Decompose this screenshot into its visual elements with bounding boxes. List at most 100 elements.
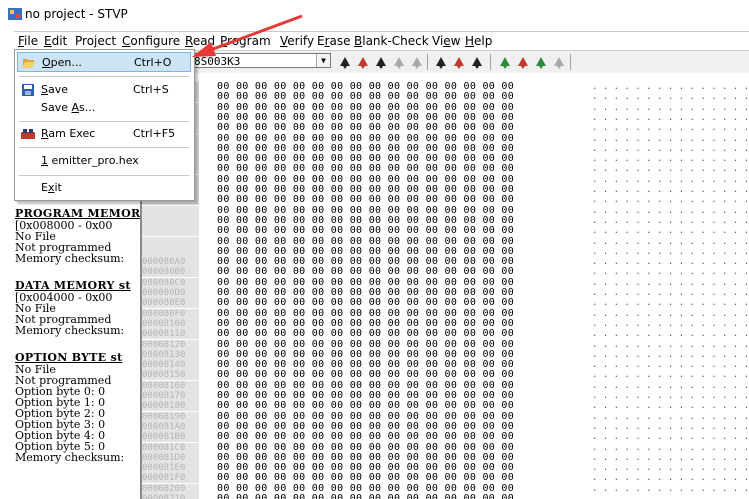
hex-row-bytes[interactable]: 00 00 00 00 00 00 00 00 00 00 00 00 00 0… [217, 164, 514, 174]
hex-row-bytes[interactable]: 00 00 00 00 00 00 00 00 00 00 00 00 00 0… [217, 329, 514, 339]
menu-item-exit[interactable]: Exit [17, 178, 191, 198]
menu-Verify[interactable]: Verify [280, 34, 314, 48]
blank-check-icon[interactable] [497, 54, 513, 70]
title-bar: no project - STVP [0, 0, 749, 30]
hex-address: 00008210 [142, 494, 199, 499]
hex-address: 00008180 [142, 401, 199, 412]
menu-item-recent-file[interactable]: 1 emitter_pro.hex [17, 151, 191, 171]
accel-key: P [220, 34, 228, 48]
hex-row-bytes[interactable]: 00 00 00 00 00 00 00 00 00 00 00 00 00 0… [217, 92, 514, 102]
menu-Read[interactable]: Read [185, 34, 215, 48]
accel-key: E [44, 34, 52, 48]
hex-row-bytes[interactable]: 00 00 00 00 00 00 00 00 00 00 00 00 00 0… [217, 370, 514, 380]
program-option-icon[interactable] [451, 54, 467, 70]
label-rest: emitter_pro.hex [48, 154, 139, 167]
hex-row-ascii: . . . . . . . . . . . . . . . . [592, 288, 749, 298]
hex-row-ascii: . . . . . . . . . . . . . . . . [592, 175, 749, 185]
hex-memory-view[interactable]: 000080A0 000080B0 000080C0 000080D0 000080E0… [142, 73, 749, 499]
hex-row-bytes[interactable]: 00 00 00 00 00 00 00 00 00 00 00 00 00 0… [217, 494, 514, 499]
device-select[interactable]: 8S003K3 ▼ [190, 53, 331, 68]
hex-row-ascii: . . . . . . . . . . . . . . . . [592, 226, 749, 236]
verify-option-icon[interactable] [469, 54, 485, 70]
program-current-tab-icon[interactable] [373, 54, 389, 70]
menu-Project[interactable]: Project [75, 34, 116, 48]
menu-label-rest: lank-Check [362, 34, 429, 48]
read-current-tab-icon[interactable] [337, 54, 353, 70]
hex-row-bytes[interactable]: 00 00 00 00 00 00 00 00 00 00 00 00 00 0… [217, 473, 514, 483]
hex-row-ascii: . . . . . . . . . . . . . . . . [592, 92, 749, 102]
read-all-tabs-icon[interactable] [355, 54, 371, 70]
menu-label-rest: onfigure [130, 34, 181, 48]
hex-address: 000081B0 [142, 432, 199, 443]
menu-label-rest: ect [97, 34, 117, 48]
hex-row-ascii: . . . . . . . . . . . . . . . . [592, 350, 749, 360]
erase-all-icon[interactable] [551, 54, 567, 70]
option-byte-checksum: Memory checksum: [15, 451, 125, 464]
hex-row-ascii: . . . . . . . . . . . . . . . . [592, 257, 749, 267]
menu-item-ram-exec[interactable]: Ram Exec Ctrl+F5 [17, 124, 191, 144]
hex-row-ascii: . . . . . . . . . . . . . . . . [592, 247, 749, 257]
menu-label-rest: rogram [227, 34, 271, 48]
menu-item-label: 1 emitter_pro.hex [41, 154, 139, 167]
menu-item-label: Save As... [41, 101, 95, 114]
hex-row-ascii: . . . . . . . . . . . . . . . . [592, 206, 749, 216]
hex-row-bytes[interactable]: 00 00 00 00 00 00 00 00 00 00 00 00 00 0… [217, 401, 514, 411]
menu-item-label: Save [41, 83, 68, 96]
hex-row-bytes[interactable]: 00 00 00 00 00 00 00 00 00 00 00 00 00 0… [217, 267, 514, 277]
menu-item-save[interactable]: Save Ctrl+S [17, 80, 191, 100]
hex-row-ascii: . . . . . . . . . . . . . . . . [592, 278, 749, 288]
menu-label-rest: ase [329, 34, 351, 48]
menu-label-pre: Pro [75, 34, 95, 48]
hex-row-bytes[interactable]: 00 00 00 00 00 00 00 00 00 00 00 00 00 0… [217, 432, 514, 442]
hex-row-ascii: . . . . . . . . . . . . . . . . [592, 494, 749, 499]
hex-row-bytes[interactable]: 00 00 00 00 00 00 00 00 00 00 00 00 00 0… [217, 123, 514, 133]
menu-label-pre: Vi [432, 34, 444, 48]
menu-Erase[interactable]: Erase [317, 34, 351, 48]
program-all-icon[interactable] [515, 54, 531, 70]
menu-View[interactable]: View [432, 34, 461, 48]
menu-Blank-Check[interactable]: Blank-Check [354, 34, 429, 48]
hex-row-ascii: . . . . . . . . . . . . . . . . [592, 113, 749, 123]
menu-item-label: Exit [41, 181, 62, 194]
hex-address: 00008150 [142, 370, 199, 381]
menu-label-rest: erify [287, 34, 315, 48]
verify-current-tab-icon[interactable] [391, 54, 407, 70]
folder-open-icon [22, 59, 35, 68]
label-pre: E [41, 181, 48, 194]
menu-label-rest: ile [24, 34, 39, 48]
chevron-down-icon[interactable]: ▼ [316, 54, 330, 67]
menu-Program[interactable]: Program [220, 34, 271, 48]
device-select-value: 8S003K3 [194, 55, 241, 68]
menu-label-rest: dit [51, 34, 68, 48]
read-option-icon[interactable] [433, 54, 449, 70]
accel-key: B [354, 34, 363, 48]
menu-Configure[interactable]: Configure [122, 34, 180, 48]
hex-row-bytes[interactable]: 00 00 00 00 00 00 00 00 00 00 00 00 00 0… [217, 195, 514, 205]
hex-row-ascii: . . . . . . . . . . . . . . . . [592, 401, 749, 411]
hex-row-ascii: . . . . . . . . . . . . . . . . [592, 329, 749, 339]
menu-Edit[interactable]: Edit [44, 34, 67, 48]
menu-item-open[interactable]: Open... Ctrl+O [17, 52, 191, 72]
accel-key: H [465, 34, 475, 48]
toolbar-separator [490, 54, 491, 70]
accel-key: S [41, 83, 48, 96]
hex-row-ascii: . . . . . . . . . . . . . . . . [592, 309, 749, 319]
verify-all-icon[interactable] [533, 54, 549, 70]
hex-row-bytes[interactable]: 00 00 00 00 00 00 00 00 00 00 00 00 00 0… [217, 226, 514, 236]
label-rest: pen... [50, 56, 82, 69]
hex-row-ascii: . . . . . . . . . . . . . . . . [592, 82, 749, 92]
stvp-app-icon [8, 8, 22, 20]
menu-File[interactable]: File [18, 34, 38, 48]
hex-row-ascii: . . . . . . . . . . . . . . . . [592, 134, 749, 144]
menu-label-rest: w [450, 34, 461, 48]
menu-item-save-as[interactable]: Save As... [17, 98, 191, 118]
data-memory-heading: DATA MEMORY st [15, 279, 131, 292]
hex-row-ascii: . . . . . . . . . . . . . . . . [592, 319, 749, 329]
menu-Help[interactable]: Help [465, 34, 492, 48]
erase-icon[interactable] [409, 54, 425, 70]
toolbar-separator [570, 54, 571, 70]
hex-row-ascii: . . . . . . . . . . . . . . . . [592, 443, 749, 453]
data-memory-checksum: Memory checksum: [15, 324, 125, 337]
hex-row-bytes[interactable]: 00 00 00 00 00 00 00 00 00 00 00 00 00 0… [217, 298, 514, 308]
hex-address [142, 226, 199, 237]
